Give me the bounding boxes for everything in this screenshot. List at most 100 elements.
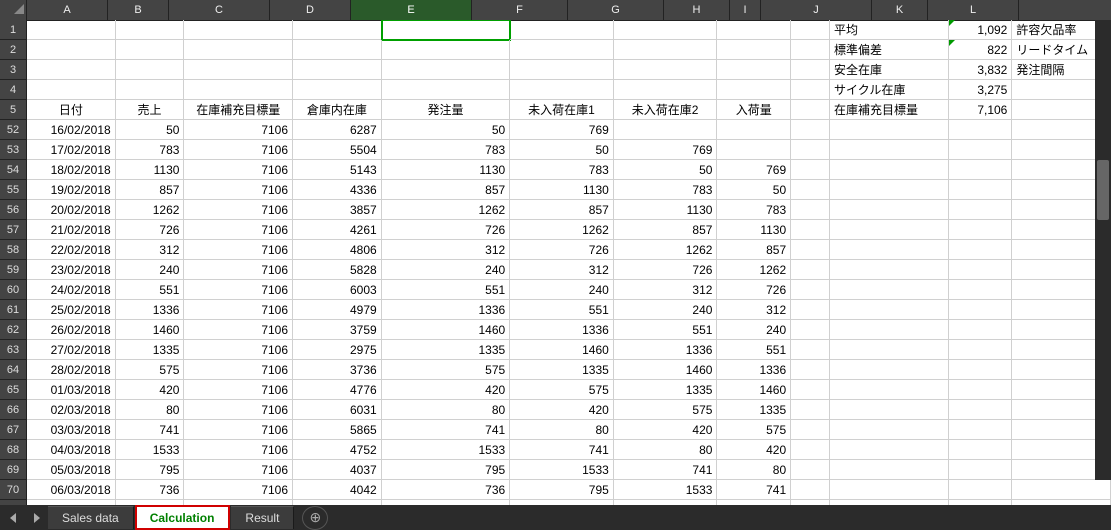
cell[interactable]: 発注量	[382, 100, 511, 120]
cell[interactable]	[27, 80, 116, 100]
cell[interactable]	[830, 260, 949, 280]
cell[interactable]	[614, 120, 718, 140]
cell[interactable]	[293, 20, 382, 40]
cell[interactable]	[830, 200, 949, 220]
cell[interactable]	[791, 100, 830, 120]
cell[interactable]	[184, 20, 293, 40]
cell[interactable]	[614, 80, 718, 100]
cell[interactable]: 50	[382, 120, 511, 140]
col-header-G[interactable]: G	[568, 0, 664, 20]
cell[interactable]	[614, 20, 718, 40]
cell[interactable]: 05/03/2018	[27, 460, 116, 480]
cell[interactable]: 575	[717, 420, 791, 440]
cell[interactable]: 741	[116, 420, 185, 440]
cell[interactable]: 726	[614, 260, 718, 280]
cell[interactable]	[791, 400, 830, 420]
cell[interactable]	[791, 240, 830, 260]
cell[interactable]: 795	[116, 460, 185, 480]
cell[interactable]	[791, 380, 830, 400]
cell[interactable]	[791, 480, 830, 500]
cell[interactable]	[614, 40, 718, 60]
cell[interactable]	[382, 40, 511, 60]
cell[interactable]	[717, 20, 791, 40]
cell[interactable]: 売上	[116, 100, 185, 120]
cell[interactable]: 2975	[293, 340, 382, 360]
cell[interactable]: 1262	[116, 200, 185, 220]
cell[interactable]: 1335	[614, 380, 718, 400]
cell[interactable]	[830, 400, 949, 420]
cell[interactable]: 06/03/2018	[27, 480, 116, 500]
cell[interactable]: 50	[510, 140, 614, 160]
cell[interactable]: 551	[614, 320, 718, 340]
row-header[interactable]: 52	[0, 120, 27, 140]
cell[interactable]	[830, 360, 949, 380]
select-all-corner[interactable]	[0, 0, 27, 20]
cell[interactable]	[116, 80, 185, 100]
cell[interactable]: 240	[116, 260, 185, 280]
col-header-K[interactable]: K	[872, 0, 928, 20]
cell[interactable]: 312	[510, 260, 614, 280]
row-header[interactable]: 3	[0, 60, 27, 80]
cell[interactable]	[27, 20, 116, 40]
cell[interactable]: 18/02/2018	[27, 160, 116, 180]
cell[interactable]	[830, 480, 949, 500]
cell[interactable]	[717, 40, 791, 60]
cell[interactable]: 857	[614, 220, 718, 240]
cell[interactable]: 5828	[293, 260, 382, 280]
cell[interactable]: 標準偏差	[830, 40, 949, 60]
cell[interactable]: 240	[382, 260, 511, 280]
cell[interactable]: 1336	[116, 300, 185, 320]
cell[interactable]: 7106	[184, 260, 293, 280]
cell[interactable]	[791, 320, 830, 340]
cell[interactable]: 240	[614, 300, 718, 320]
cell[interactable]	[949, 480, 1013, 500]
cell[interactable]: 575	[382, 360, 511, 380]
cell[interactable]: 736	[116, 480, 185, 500]
cell[interactable]: 1460	[717, 380, 791, 400]
cell[interactable]	[184, 60, 293, 80]
cell[interactable]: 4037	[293, 460, 382, 480]
cell[interactable]	[791, 360, 830, 380]
cell[interactable]: 1262	[614, 240, 718, 260]
cell[interactable]	[949, 200, 1013, 220]
cell[interactable]: 420	[614, 420, 718, 440]
cell[interactable]	[27, 40, 116, 60]
cell[interactable]: 未入荷在庫2	[614, 100, 718, 120]
cell[interactable]	[949, 340, 1013, 360]
cell[interactable]: 4776	[293, 380, 382, 400]
cell[interactable]: 726	[717, 280, 791, 300]
cell[interactable]: 3736	[293, 360, 382, 380]
cell[interactable]: 312	[382, 240, 511, 260]
col-header-J[interactable]: J	[761, 0, 872, 20]
col-header-C[interactable]: C	[169, 0, 270, 20]
cell[interactable]: 01/03/2018	[27, 380, 116, 400]
row-header[interactable]: 58	[0, 240, 27, 260]
cell[interactable]	[116, 60, 185, 80]
cell[interactable]: 23/02/2018	[27, 260, 116, 280]
cell[interactable]: 795	[510, 480, 614, 500]
cell[interactable]: 50	[717, 180, 791, 200]
row-header[interactable]: 63	[0, 340, 27, 360]
cell[interactable]	[949, 300, 1013, 320]
row-header[interactable]: 70	[0, 480, 27, 500]
cell[interactable]: 7106	[184, 380, 293, 400]
cell[interactable]: 420	[510, 400, 614, 420]
cell[interactable]: 3,275	[949, 80, 1013, 100]
cell[interactable]: 80	[382, 400, 511, 420]
cell[interactable]: 7106	[184, 360, 293, 380]
row-header[interactable]: 53	[0, 140, 27, 160]
cell[interactable]: 857	[510, 200, 614, 220]
cell[interactable]: 1336	[614, 340, 718, 360]
grid-body[interactable]: 1平均1,092許容欠品率2標準偏差822リードタイム3安全在庫3,832発注間…	[0, 20, 1111, 505]
cell[interactable]: 80	[510, 420, 614, 440]
row-header[interactable]: 2	[0, 40, 27, 60]
cell[interactable]: 783	[614, 180, 718, 200]
cell[interactable]	[830, 120, 949, 140]
cell[interactable]: 420	[116, 380, 185, 400]
cell[interactable]: 7106	[184, 400, 293, 420]
cell[interactable]	[510, 40, 614, 60]
cell[interactable]: 未入荷在庫1	[510, 100, 614, 120]
cell[interactable]: 在庫補充目標量	[184, 100, 293, 120]
cell[interactable]: 240	[510, 280, 614, 300]
row-header[interactable]: 59	[0, 260, 27, 280]
